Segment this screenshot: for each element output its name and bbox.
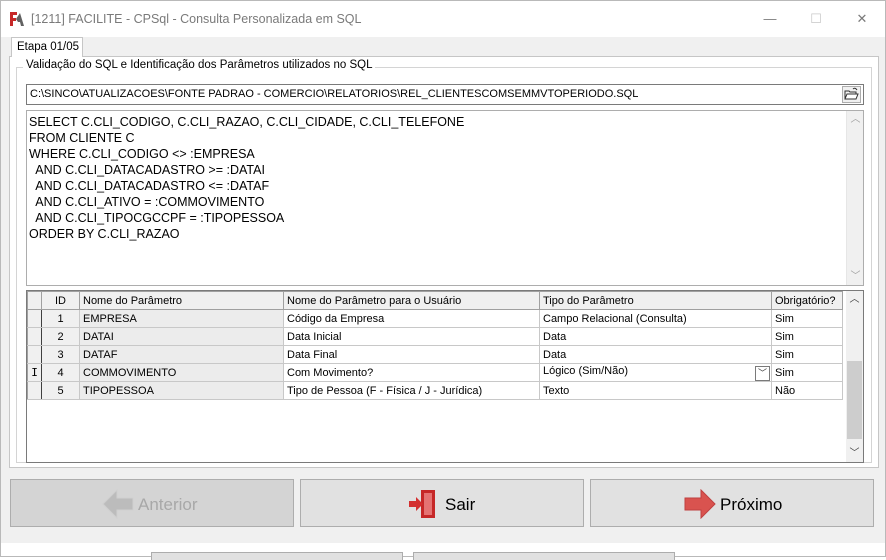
scroll-up-icon[interactable]: ︿ [847, 111, 864, 128]
arrow-left-icon [102, 489, 134, 519]
group-legend: Validação do SQL e Identificação dos Par… [23, 59, 376, 71]
tab-etapa[interactable]: Etapa 01/05 [11, 37, 83, 57]
row-indicator[interactable] [27, 309, 42, 328]
scroll-thumb[interactable] [847, 361, 862, 439]
facilite-logo-icon [10, 12, 24, 26]
background-button [413, 552, 675, 560]
sql-validation-group: Validação do SQL e Identificação dos Par… [16, 59, 872, 463]
table-row[interactable]: I 4 COMMOVIMENTO Com Movimento? Lógico (… [27, 363, 843, 382]
param-type-value: Lógico (Sim/Não) [543, 364, 628, 377]
cell-id: 4 [41, 363, 80, 382]
exit-button[interactable]: Sair [300, 479, 584, 527]
row-indicator[interactable] [27, 381, 42, 400]
tab-page: Validação do SQL e Identificação dos Par… [9, 56, 879, 468]
sql-editor[interactable]: SELECT C.CLI_CODIGO, C.CLI_RAZAO, C.CLI_… [26, 110, 864, 286]
previous-button[interactable]: Anterior [10, 479, 294, 527]
table-row[interactable]: 3 DATAF Data Final Data Sim [27, 345, 843, 364]
header-user-name[interactable]: Nome do Parâmetro para o Usuário [283, 291, 540, 310]
scroll-down-icon[interactable]: ﹀ [846, 445, 863, 462]
parameters-table: ID Nome do Parâmetro Nome do Parâmetro p… [27, 291, 843, 400]
cell-user-name[interactable]: Data Final [283, 345, 540, 364]
background-button [151, 552, 403, 560]
cell-required[interactable]: Sim [771, 327, 843, 346]
cell-param-name: DATAF [79, 345, 284, 364]
grid-scrollbar[interactable]: ︿ ﹀ [846, 291, 863, 462]
arrow-right-icon [684, 489, 716, 519]
grid-header-row: ID Nome do Parâmetro Nome do Parâmetro p… [27, 291, 843, 310]
cell-required[interactable]: Sim [771, 345, 843, 364]
sql-file-path-value: C:\SINCO\ATUALIZACOES\FONTE PADRAO - COM… [30, 88, 639, 100]
cell-user-name[interactable]: Data Inicial [283, 327, 540, 346]
next-label: Próximo [720, 495, 783, 514]
exit-door-icon [409, 490, 435, 518]
open-file-button[interactable] [842, 86, 861, 103]
cell-user-name[interactable]: Tipo de Pessoa (F - Física / J - Jurídic… [283, 381, 540, 400]
parameters-grid: ID Nome do Parâmetro Nome do Parâmetro p… [26, 290, 864, 463]
row-indicator[interactable] [27, 345, 42, 364]
cell-user-name[interactable]: Com Movimento? [283, 363, 540, 382]
cell-id: 5 [41, 381, 80, 400]
cell-param-name: DATAI [79, 327, 284, 346]
header-param-name[interactable]: Nome do Parâmetro [79, 291, 284, 310]
header-indicator [27, 291, 42, 310]
next-button[interactable]: Próximo [590, 479, 874, 527]
cell-param-name: TIPOPESSOA [79, 381, 284, 400]
previous-label: Anterior [138, 495, 198, 514]
main-window: [1211] FACILITE - CPSql - Consulta Perso… [0, 0, 886, 560]
table-row[interactable]: 5 TIPOPESSOA Tipo de Pessoa (F - Física … [27, 381, 843, 400]
header-param-type[interactable]: Tipo do Parâmetro [539, 291, 772, 310]
maximize-button[interactable]: ☐ [793, 1, 839, 37]
cell-param-name: EMPRESA [79, 309, 284, 328]
open-folder-icon [844, 87, 859, 100]
scroll-down-icon[interactable]: ﹀ [847, 268, 864, 285]
close-button[interactable]: ✕ [839, 1, 885, 37]
cell-required[interactable]: Sim [771, 309, 843, 328]
sql-scrollbar[interactable]: ︿ ﹀ [846, 111, 863, 285]
exit-label: Sair [445, 495, 476, 514]
cell-param-type-combo[interactable]: Lógico (Sim/Não) ﹀ [539, 363, 772, 382]
cell-required[interactable]: Sim [771, 363, 843, 382]
cell-id: 1 [41, 309, 80, 328]
table-row[interactable]: 2 DATAI Data Inicial Data Sim [27, 327, 843, 346]
minimize-button[interactable]: — [747, 1, 793, 37]
header-required[interactable]: Obrigatório? [771, 291, 843, 310]
row-indicator[interactable] [27, 327, 42, 346]
scroll-up-icon[interactable]: ︿ [846, 291, 863, 308]
cell-param-type[interactable]: Texto [539, 381, 772, 400]
window-title: [1211] FACILITE - CPSql - Consulta Perso… [31, 12, 362, 26]
header-id[interactable]: ID [41, 291, 80, 310]
cell-user-name[interactable]: Código da Empresa [283, 309, 540, 328]
cell-param-name: COMMOVIMENTO [79, 363, 284, 382]
title-bar: [1211] FACILITE - CPSql - Consulta Perso… [1, 1, 885, 37]
chevron-down-icon[interactable]: ﹀ [755, 365, 770, 381]
cell-id: 2 [41, 327, 80, 346]
cell-required[interactable]: Não [771, 381, 843, 400]
row-indicator[interactable]: I [27, 363, 42, 382]
cell-param-type[interactable]: Campo Relacional (Consulta) [539, 309, 772, 328]
sql-file-path-input[interactable]: C:\SINCO\ATUALIZACOES\FONTE PADRAO - COM… [26, 84, 864, 105]
cell-id: 3 [41, 345, 80, 364]
cell-param-type[interactable]: Data [539, 345, 772, 364]
sql-text: SELECT C.CLI_CODIGO, C.CLI_RAZAO, C.CLI_… [29, 115, 465, 241]
table-row[interactable]: 1 EMPRESA Código da Empresa Campo Relaci… [27, 309, 843, 328]
cell-param-type[interactable]: Data [539, 327, 772, 346]
